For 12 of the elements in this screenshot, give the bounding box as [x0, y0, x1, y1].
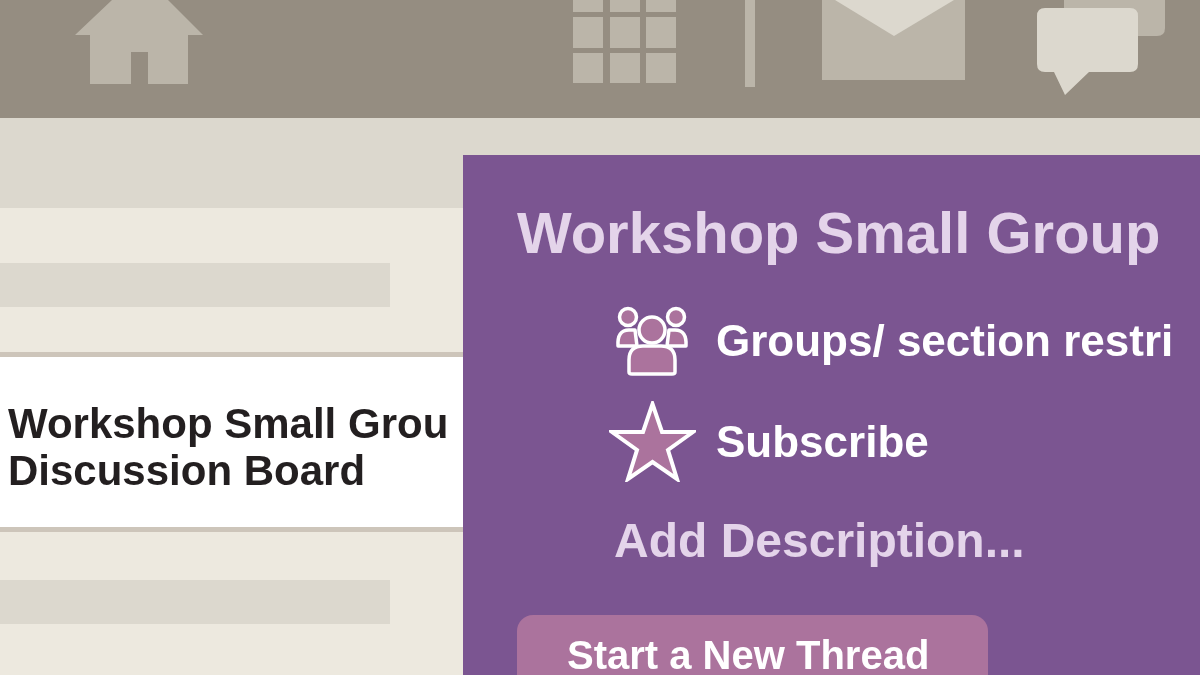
add-description-link[interactable]: Add Description...	[614, 517, 1025, 565]
subscribe-link[interactable]: Subscribe	[600, 401, 929, 482]
star-icon	[608, 401, 696, 482]
chat-bubbles-icon[interactable]	[1037, 0, 1165, 95]
grid-icon[interactable]	[573, 0, 676, 83]
board-title: Workshop Small Grou Discussion Board	[8, 400, 449, 494]
home-icon[interactable]	[75, 0, 203, 84]
groups-link[interactable]: Groups/ section restri	[600, 306, 1174, 376]
board-card[interactable]: Workshop Small Grou Discussion Board	[0, 357, 463, 527]
start-thread-button[interactable]: Start a New Thread	[517, 615, 988, 675]
mail-icon[interactable]	[822, 0, 965, 80]
people-group-icon	[615, 306, 689, 376]
